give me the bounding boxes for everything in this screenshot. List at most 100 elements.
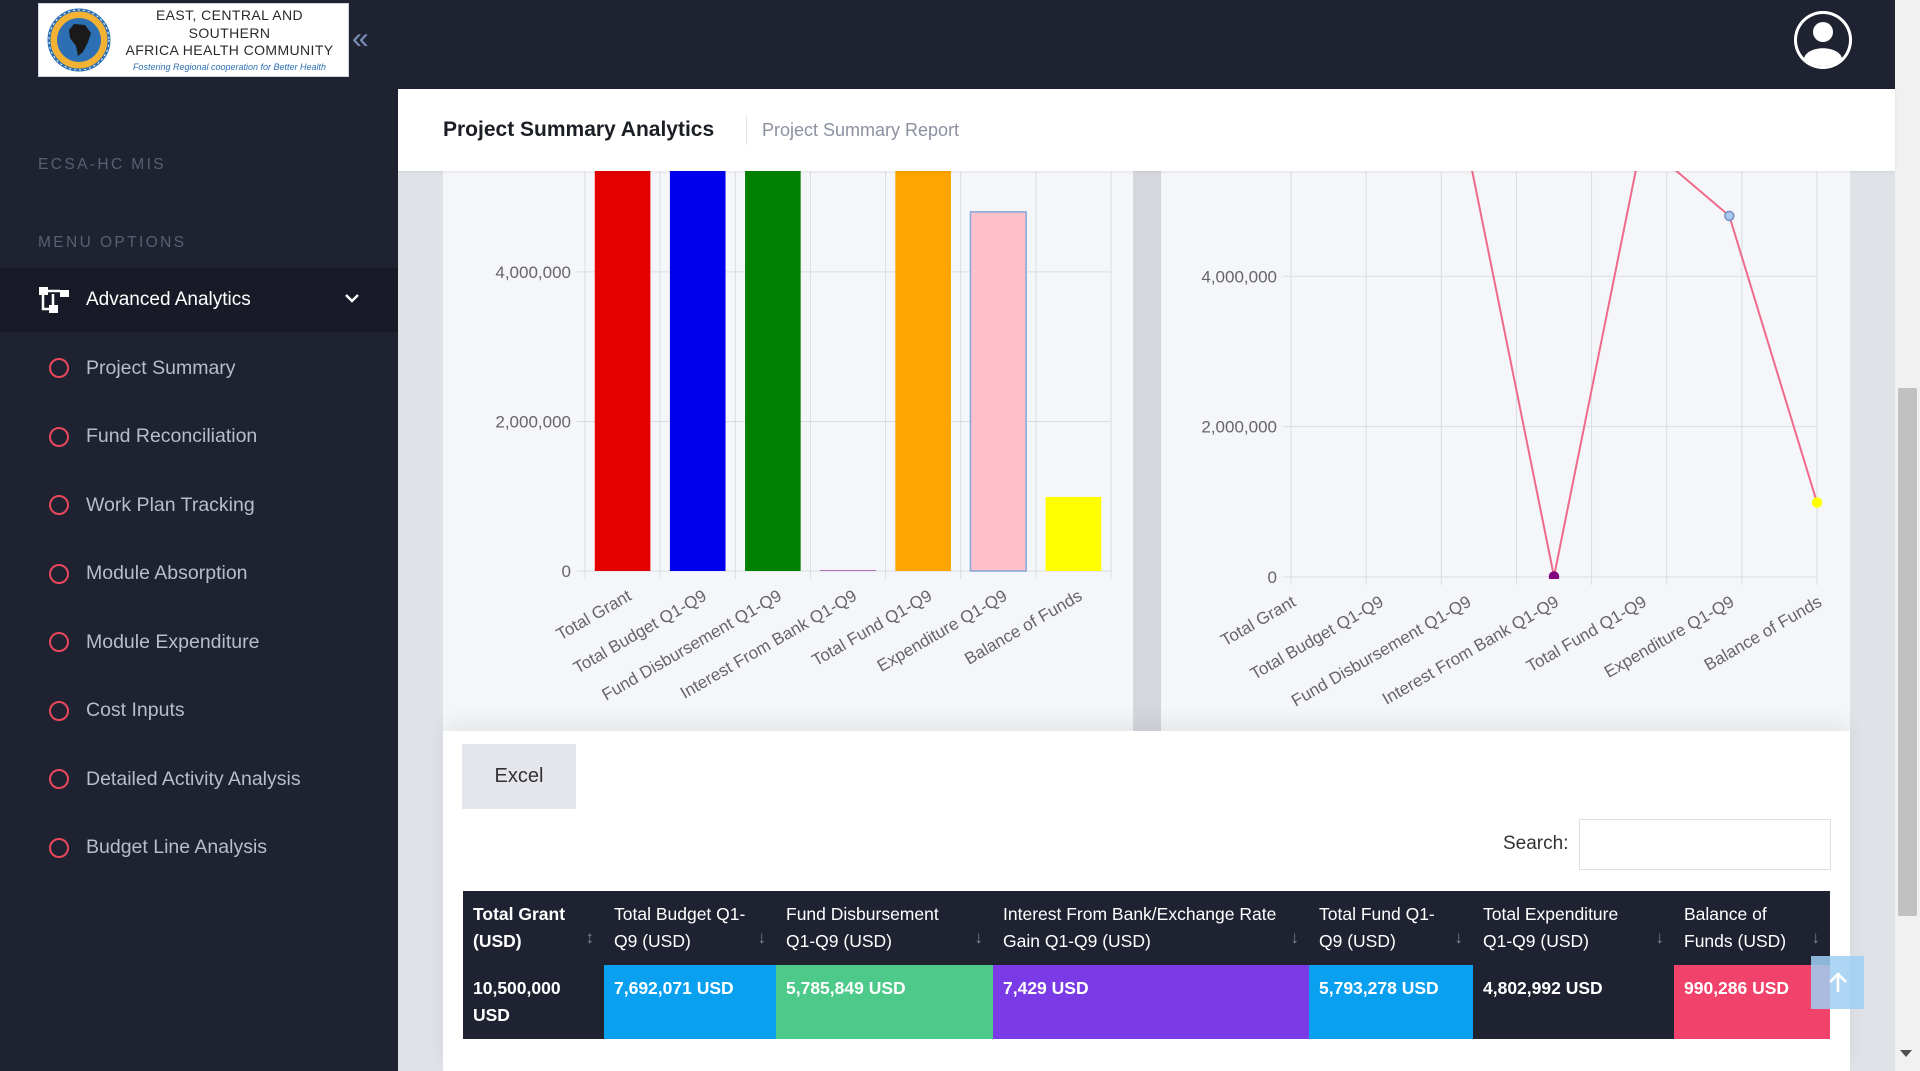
sort-icon[interactable]: ↓ — [1455, 924, 1464, 951]
bar[interactable] — [820, 570, 876, 571]
column-header-total-fund[interactable]: Total Fund Q1-Q9 (USD) ↓ — [1309, 891, 1473, 965]
circle-icon — [49, 426, 69, 447]
user-silhouette-icon — [1794, 11, 1852, 69]
sitemap-icon — [39, 287, 69, 313]
column-header-total-grant[interactable]: Total Grant (USD) ↕ — [463, 891, 604, 965]
y-tick-label: 2,000,000 — [1201, 418, 1277, 437]
column-header-interest-from-bank[interactable]: Interest From Bank/Exchange Rate Gain Q1… — [993, 891, 1309, 965]
logo-text: EAST, CENTRAL AND SOUTHERN AFRICA HEALTH… — [117, 7, 342, 73]
bar[interactable] — [969, 211, 1027, 572]
line-chart-card: 0 2,000,000 4,000,000 Total Grant Total Budg… — [1161, 171, 1850, 731]
series-line — [1471, 171, 1818, 577]
sidebar-item-detailed-activity-analysis[interactable]: Detailed Activity Analysis — [0, 745, 398, 814]
y-tick-label: 0 — [1268, 568, 1277, 587]
column-header-label: Total Fund Q1-Q9 (USD) — [1319, 904, 1435, 951]
search-label: Search: — [1503, 833, 1569, 854]
circle-icon — [49, 632, 69, 653]
column-header-label: Total Budget Q1-Q9 (USD) — [614, 904, 746, 951]
chevron-down-icon[interactable] — [340, 286, 364, 310]
sidebar: EAST, CENTRAL AND SOUTHERN AFRICA HEALTH… — [0, 0, 398, 1071]
column-header-total-budget[interactable]: Total Budget Q1-Q9 (USD) ↓ — [604, 891, 776, 965]
sort-icon[interactable]: ↓ — [1656, 924, 1665, 951]
column-header-label: Total Expenditure Q1-Q9 (USD) — [1483, 904, 1619, 951]
sort-icon[interactable]: ↓ — [1812, 924, 1821, 951]
circle-icon — [49, 837, 69, 858]
circle-icon — [49, 563, 69, 584]
top-navbar — [398, 0, 1895, 89]
sort-icon[interactable]: ↓ — [1291, 924, 1300, 951]
sidebar-item-label: Cost Inputs — [86, 699, 185, 722]
cell-balance-of-funds: 990,286 USD — [1674, 965, 1830, 1039]
bar[interactable] — [1045, 496, 1102, 571]
breadcrumb[interactable]: Project Summary Report — [762, 120, 959, 141]
bar[interactable] — [594, 171, 651, 572]
column-header-total-expenditure[interactable]: Total Expenditure Q1-Q9 (USD) ↓ — [1473, 891, 1674, 965]
scrollbar-thumb[interactable] — [1898, 388, 1917, 916]
logo-tagline: Fostering Regional cooperation for Bette… — [132, 61, 327, 72]
y-tick-label: 2,000,000 — [495, 412, 571, 431]
y-tick-label: 0 — [562, 562, 571, 581]
y-tick-label: 4,000,000 — [1201, 267, 1277, 286]
cell-total-grant: 10,500,000 USD — [463, 965, 604, 1039]
back-to-top-button[interactable] — [1811, 956, 1864, 1009]
data-point[interactable] — [1548, 571, 1560, 581]
scroll-down-arrow-icon[interactable] — [1900, 1050, 1912, 1057]
search-input[interactable] — [1579, 819, 1831, 870]
sidebar-item-label: Detailed Activity Analysis — [86, 767, 301, 790]
logo-line-1: EAST, CENTRAL AND SOUTHERN — [155, 7, 304, 41]
cell-fund-disbursement: 5,785,849 USD — [776, 965, 993, 1039]
system-label: ECSA-HC MIS — [38, 156, 167, 173]
logo-line-2: AFRICA HEALTH COMMUNITY — [125, 42, 334, 59]
sidebar-item-label: Module Absorption — [86, 562, 248, 585]
sidebar-item-module-expenditure[interactable]: Module Expenditure — [0, 608, 398, 677]
sort-icon[interactable]: ↓ — [758, 924, 767, 951]
chart-gap — [1133, 171, 1161, 731]
page-title: Project Summary Analytics — [443, 118, 715, 141]
ecsa-logo[interactable]: EAST, CENTRAL AND SOUTHERN AFRICA HEALTH… — [38, 3, 349, 77]
circle-icon — [49, 495, 69, 516]
sidebar-item-budget-line-analysis[interactable]: Budget Line Analysis — [0, 814, 398, 883]
column-header-balance-of-funds[interactable]: Balance of Funds (USD) ↓ — [1674, 891, 1830, 965]
table-row: 10,500,000 USD 7,692,071 USD 5,785,849 U… — [463, 965, 1830, 1039]
table-header-row: Total Grant (USD) ↕ Total Budget Q1-Q9 (U… — [463, 891, 1830, 965]
menu-header: MENU OPTIONS — [38, 234, 187, 251]
sort-icon[interactable]: ↕ — [586, 924, 595, 951]
column-header-label: Total Grant (USD) — [473, 904, 566, 951]
summary-table: Total Grant (USD) ↕ Total Budget Q1-Q9 (U… — [463, 891, 1830, 1039]
sidebar-item-module-absorption[interactable]: Module Absorption — [0, 540, 398, 609]
cell-interest-from-bank: 7,429 USD — [993, 965, 1309, 1039]
cell-total-fund: 5,793,278 USD — [1309, 965, 1473, 1039]
data-point[interactable] — [1811, 497, 1823, 508]
column-header-label: Balance of Funds (USD) — [1684, 904, 1787, 951]
column-header-fund-disbursement[interactable]: Fund Disbursement Q1-Q9 (USD) ↓ — [776, 891, 993, 965]
sidebar-item-work-plan-tracking[interactable]: Work Plan Tracking — [0, 471, 398, 540]
bar[interactable] — [745, 171, 801, 572]
sidebar-item-label: Fund Reconciliation — [86, 425, 258, 448]
title-divider — [746, 115, 747, 145]
x-tick-label: Expenditure Q1-Q9 — [874, 586, 1010, 676]
user-avatar-icon[interactable] — [1794, 11, 1852, 69]
arrow-up-icon — [1828, 971, 1847, 992]
line-chart: 02,000,0004,000,000Total GrantTotal Budg… — [1201, 171, 1825, 711]
sidebar-item-label: Project Summary — [86, 356, 236, 379]
sidebar-item-fund-reconciliation[interactable]: Fund Reconciliation — [0, 403, 398, 472]
cell-total-expenditure: 4,802,992 USD — [1473, 965, 1674, 1039]
collapse-sidebar-icon[interactable]: « — [352, 24, 369, 54]
bar-chart: 02,000,0004,000,000Total GrantTotal Budg… — [495, 171, 1112, 705]
data-point[interactable] — [1724, 210, 1735, 222]
sidebar-item-label: Budget Line Analysis — [86, 836, 268, 859]
circle-icon — [49, 700, 69, 721]
menu-advanced-analytics[interactable]: Advanced Analytics — [0, 268, 398, 332]
bar[interactable] — [895, 171, 951, 571]
page-title-bar: Project Summary Analytics Project Summar… — [398, 89, 1895, 171]
column-header-label: Interest From Bank/Exchange Rate Gain Q1… — [1003, 904, 1277, 951]
y-tick-label: 4,000,000 — [495, 263, 571, 282]
sidebar-item-project-summary[interactable]: Project Summary — [0, 334, 398, 403]
excel-export-button[interactable]: Excel — [462, 744, 576, 809]
menu-advanced-analytics-label: Advanced Analytics — [86, 289, 251, 310]
circle-icon — [49, 769, 69, 790]
bar[interactable] — [669, 171, 726, 571]
x-tick-label: Total Grant — [1217, 592, 1299, 650]
sidebar-item-cost-inputs[interactable]: Cost Inputs — [0, 677, 398, 746]
sort-icon[interactable]: ↓ — [975, 924, 984, 951]
